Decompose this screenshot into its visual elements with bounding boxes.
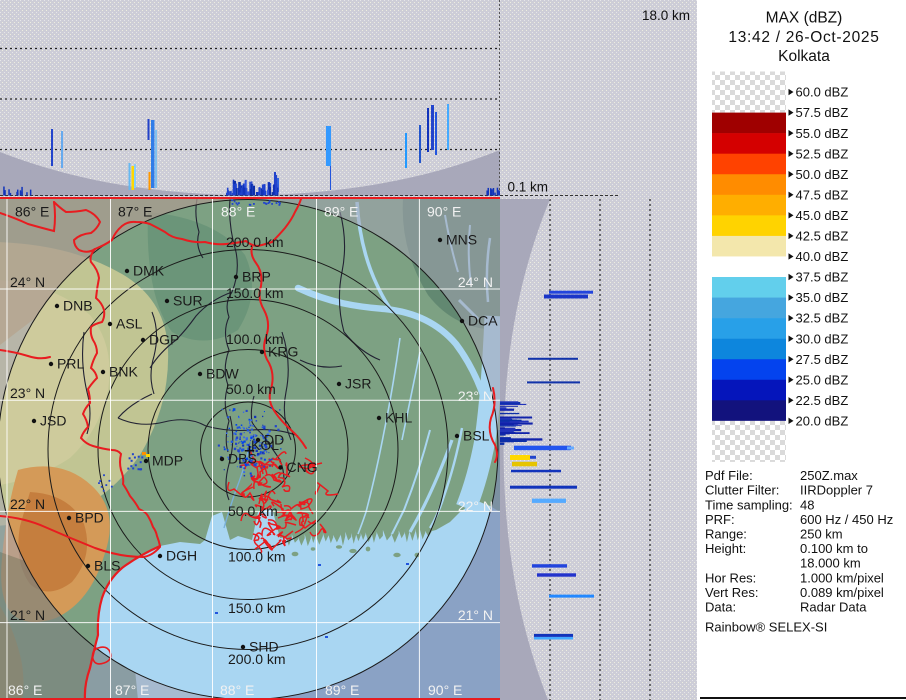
svg-text:Time sampling:: Time sampling:	[705, 497, 793, 512]
svg-text:ASL: ASL	[116, 316, 143, 332]
svg-text:250 km: 250 km	[800, 527, 843, 542]
svg-text:Kolkata: Kolkata	[778, 48, 830, 65]
svg-text:SUR: SUR	[173, 293, 203, 309]
svg-text:150.0 km: 150.0 km	[228, 600, 286, 616]
svg-text:KHL: KHL	[385, 410, 412, 426]
svg-text:100.0 km: 100.0 km	[228, 549, 286, 565]
svg-text:Range:: Range:	[705, 527, 747, 542]
svg-text:45.0 dBZ: 45.0 dBZ	[796, 208, 849, 223]
svg-text:50.0 dBZ: 50.0 dBZ	[796, 167, 849, 182]
svg-text:47.5 dBZ: 47.5 dBZ	[796, 187, 849, 202]
svg-text:24° N: 24° N	[10, 274, 45, 290]
svg-text:87° E: 87° E	[115, 682, 149, 698]
svg-text:18.0 km: 18.0 km	[642, 8, 690, 23]
svg-text:23° N: 23° N	[458, 388, 493, 404]
svg-text:Hor Res:: Hor Res:	[705, 570, 756, 585]
svg-text:PRF:: PRF:	[705, 512, 735, 527]
svg-text:MAX (dBZ): MAX (dBZ)	[766, 10, 843, 27]
svg-text:1.000 km/pixel: 1.000 km/pixel	[800, 570, 884, 585]
svg-text:55.0 dBZ: 55.0 dBZ	[796, 126, 849, 141]
svg-text:BPD: BPD	[75, 510, 104, 526]
svg-text:200.0 km: 200.0 km	[226, 234, 284, 250]
svg-text:22° N: 22° N	[458, 498, 493, 514]
svg-text:MDP: MDP	[152, 453, 183, 469]
svg-text:90° E: 90° E	[427, 204, 461, 220]
svg-text:BNK: BNK	[109, 364, 138, 380]
svg-text:100.0 km: 100.0 km	[226, 331, 284, 347]
svg-text:Clutter Filter:: Clutter Filter:	[705, 483, 779, 498]
svg-text:48: 48	[800, 497, 814, 512]
svg-text:23° N: 23° N	[10, 385, 45, 401]
svg-text:600 Hz / 450 Hz: 600 Hz / 450 Hz	[800, 512, 893, 527]
svg-text:42.5 dBZ: 42.5 dBZ	[796, 229, 849, 244]
svg-text:250Z.max: 250Z.max	[800, 468, 858, 483]
svg-text:37.5 dBZ: 37.5 dBZ	[796, 270, 849, 285]
svg-text:DMK: DMK	[133, 263, 165, 279]
svg-text:60.0 dBZ: 60.0 dBZ	[796, 85, 849, 100]
svg-text:JSR: JSR	[345, 376, 371, 392]
svg-text:30.0 dBZ: 30.0 dBZ	[796, 331, 849, 346]
svg-text:87° E: 87° E	[118, 204, 152, 220]
svg-text:18.000 km: 18.000 km	[800, 556, 861, 571]
svg-text:Radar Data: Radar Data	[800, 600, 867, 615]
svg-text:BLS: BLS	[94, 558, 120, 574]
svg-text:88° E: 88° E	[221, 204, 255, 220]
svg-text:Pdf File:: Pdf File:	[705, 468, 753, 483]
svg-text:Data:: Data:	[705, 600, 736, 615]
svg-text:DGP: DGP	[149, 332, 179, 348]
svg-text:88° E: 88° E	[220, 682, 254, 698]
svg-text:200.0 km: 200.0 km	[228, 651, 286, 667]
svg-text:DGH: DGH	[166, 548, 197, 564]
svg-text:BDW: BDW	[206, 366, 239, 382]
svg-text:50.0 km: 50.0 km	[228, 503, 278, 519]
svg-text:20.0 dBZ: 20.0 dBZ	[796, 413, 849, 428]
svg-text:Rainbow® SELEX-SI: Rainbow® SELEX-SI	[705, 620, 827, 635]
svg-text:86° E: 86° E	[8, 682, 42, 698]
svg-text:JSD: JSD	[40, 413, 66, 429]
svg-text:0.100 km to: 0.100 km to	[800, 541, 868, 556]
svg-text:25.0 dBZ: 25.0 dBZ	[796, 372, 849, 387]
svg-text:89° E: 89° E	[324, 204, 358, 220]
svg-text:DCA: DCA	[468, 313, 498, 329]
svg-text:35.0 dBZ: 35.0 dBZ	[796, 290, 849, 305]
svg-text:MNS: MNS	[446, 232, 477, 248]
svg-text:CNG: CNG	[287, 459, 318, 475]
svg-text:BRP: BRP	[242, 269, 271, 285]
svg-text:57.5 dBZ: 57.5 dBZ	[796, 105, 849, 120]
svg-text:27.5 dBZ: 27.5 dBZ	[796, 352, 849, 367]
svg-text:150.0 km: 150.0 km	[226, 285, 284, 301]
svg-text:0.089 km/pixel: 0.089 km/pixel	[800, 585, 884, 600]
svg-text:13:42 / 26-Oct-2025: 13:42 / 26-Oct-2025	[728, 29, 879, 46]
svg-text:52.5 dBZ: 52.5 dBZ	[796, 146, 849, 161]
svg-text:90° E: 90° E	[428, 682, 462, 698]
svg-text:DNB: DNB	[63, 298, 93, 314]
svg-text:22.5 dBZ: 22.5 dBZ	[796, 393, 849, 408]
svg-text:KOL: KOL	[251, 437, 279, 453]
svg-text:22° N: 22° N	[10, 496, 45, 512]
svg-text:0.1 km: 0.1 km	[508, 180, 549, 195]
svg-text:PRL: PRL	[57, 356, 84, 372]
svg-text:21° N: 21° N	[458, 607, 493, 623]
svg-text:40.0 dBZ: 40.0 dBZ	[796, 249, 849, 264]
svg-text:21° N: 21° N	[10, 607, 45, 623]
svg-text:32.5 dBZ: 32.5 dBZ	[796, 311, 849, 326]
svg-text:Height:: Height:	[705, 541, 746, 556]
svg-text:89° E: 89° E	[325, 682, 359, 698]
svg-text:Vert Res:: Vert Res:	[705, 585, 758, 600]
svg-text:24° N: 24° N	[458, 274, 493, 290]
svg-text:86° E: 86° E	[15, 204, 49, 220]
svg-text:IIRDoppler 7: IIRDoppler 7	[800, 483, 873, 498]
svg-text:BSL: BSL	[463, 428, 490, 444]
svg-text:50.0 km: 50.0 km	[226, 381, 276, 397]
